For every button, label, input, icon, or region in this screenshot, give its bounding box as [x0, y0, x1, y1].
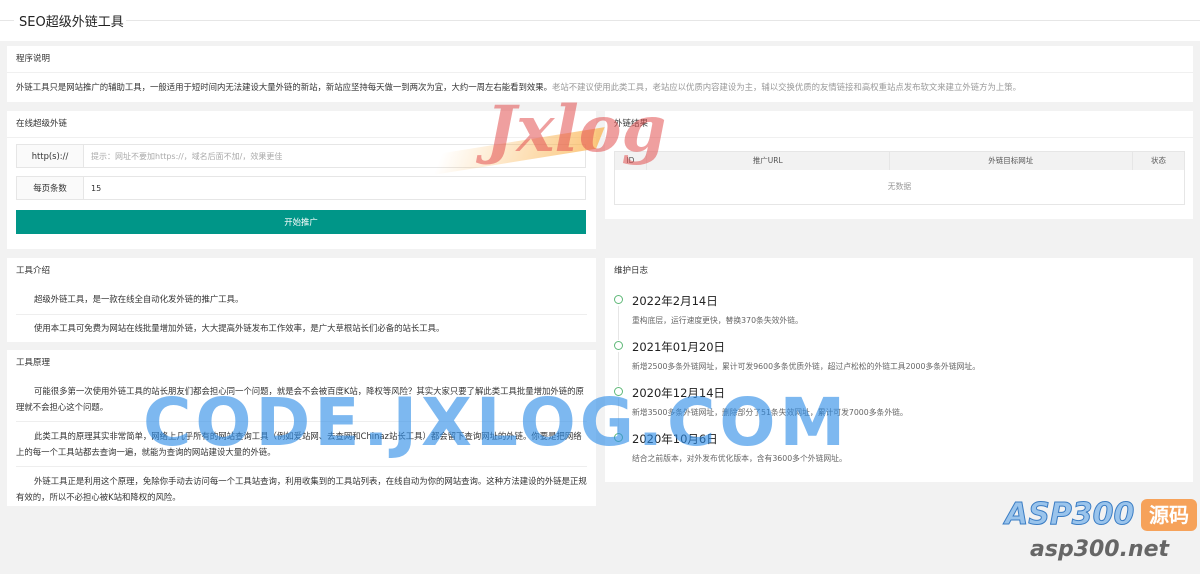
- principle-title: 工具原理: [16, 358, 51, 368]
- results-title: 外链结果: [605, 111, 1193, 138]
- column-header-url[interactable]: 推广URL: [646, 151, 890, 170]
- top-bar: SEO超级外链工具: [0, 0, 1200, 41]
- timeline-line: [618, 352, 619, 386]
- changelog-text: 结合之前版本，对外发布优化版本，含有3600多个外链网址。: [632, 454, 847, 463]
- form-card: 在线超级外链 http(s):// 每页条数 开始推广: [7, 111, 596, 249]
- description-text: 外链工具只是网站推广的辅助工具，一般适用于短时间内无法建设大量外链的新站，新站应…: [16, 81, 1021, 93]
- changelog-text: 新增2500多条外链网址，累计可发9600多条优质外链，超过卢松松的外链工具20…: [632, 362, 981, 371]
- changelog-date: 2022年2月14日: [632, 294, 718, 308]
- url-label: http(s)://: [17, 145, 84, 167]
- timeline-dot-icon: [614, 387, 623, 396]
- asp300-watermark-logo: ASP300: [1004, 497, 1135, 533]
- per-page-label: 每页条数: [17, 177, 84, 199]
- timeline-dot-icon: [614, 433, 623, 442]
- url-row: http(s)://: [16, 144, 586, 168]
- changelog-title: 维护日志: [614, 266, 649, 276]
- empty-text: 无数据: [887, 182, 912, 192]
- intro-paragraph: 使用本工具可免费为网站在线批量增加外链，大大提高外链发布工作效率，是广大草根站长…: [34, 323, 445, 333]
- column-header-id[interactable]: ID: [614, 151, 647, 170]
- changelog-card: 维护日志 2022年2月14日 重构底层，运行速度更快，替换370条失效外链。 …: [605, 258, 1193, 482]
- description-text-main: 外链工具只是网站推广的辅助工具，一般适用于短时间内无法建设大量外链的新站，新站应…: [16, 82, 552, 92]
- changelog-date: 2020年10月6日: [632, 432, 718, 446]
- changelog-text: 新增3500多条外链网址，删除部分了51条失效网址，累计可发7000多条外链。: [632, 408, 908, 417]
- asp300-watermark-tag: 源码: [1141, 499, 1197, 531]
- changelog-date: 2020年12月14日: [632, 386, 726, 400]
- description-title: 程序说明: [7, 46, 1193, 73]
- intro-paragraph: 超级外链工具，是一款在线全自动化发外链的推广工具。: [34, 294, 244, 304]
- title-rule-right: [124, 20, 1200, 21]
- url-input[interactable]: [91, 148, 571, 164]
- per-page-input[interactable]: [91, 180, 571, 196]
- asp300-watermark-url: asp300.net: [1030, 537, 1170, 562]
- column-header-status[interactable]: 状态: [1132, 151, 1185, 170]
- principle-paragraph: 外链工具正是利用这个原理，免除你手动去访问每一个工具站查询，利用收集到的工具站列…: [16, 476, 587, 502]
- principle-paragraph: 此类工具的原理其实非常简单，网络上几乎所有的网站查询工具（例如爱站网、去查网和C…: [16, 431, 582, 457]
- form-title: 在线超级外链: [7, 111, 596, 138]
- start-promotion-button[interactable]: 开始推广: [16, 210, 586, 234]
- results-table: ID 推广URL 外链目标网址 状态 无数据: [614, 151, 1185, 205]
- principle-divider: [16, 466, 587, 467]
- timeline-line: [618, 398, 619, 432]
- column-header-target[interactable]: 外链目标网址: [889, 151, 1134, 170]
- title-rule-left: [0, 20, 14, 21]
- changelog-date: 2021年01月20日: [632, 340, 726, 354]
- timeline-dot-icon: [614, 295, 623, 304]
- principle-divider: [16, 421, 587, 422]
- per-page-row: 每页条数: [16, 176, 586, 200]
- intro-title: 工具介绍: [16, 266, 51, 276]
- description-card: 程序说明 外链工具只是网站推广的辅助工具，一般适用于短时间内无法建设大量外链的新…: [7, 46, 1193, 102]
- results-card: 外链结果 ID 推广URL 外链目标网址 状态 无数据: [605, 111, 1193, 219]
- changelog-text: 重构底层，运行速度更快，替换370条失效外链。: [632, 316, 803, 325]
- intro-divider: [16, 314, 587, 315]
- principle-card: 工具原理 可能很多第一次使用外链工具的站长朋友们都会担心同一个问题，就是会不会被…: [7, 350, 596, 506]
- timeline-dot-icon: [614, 341, 623, 350]
- timeline-line: [618, 306, 619, 340]
- principle-paragraph: 可能很多第一次使用外链工具的站长朋友们都会担心同一个问题，就是会不会被百度K站，…: [16, 386, 584, 412]
- results-header-row: ID 推广URL 外链目标网址 状态: [614, 151, 1185, 170]
- empty-row: 无数据: [615, 170, 1185, 205]
- intro-card: 工具介绍 超级外链工具，是一款在线全自动化发外链的推广工具。 使用本工具可免费为…: [7, 258, 596, 342]
- page-title: SEO超级外链工具: [19, 11, 126, 30]
- description-text-faded: 老站不建议使用此类工具，老站应以优质内容建设为主，辅以交换优质的友情链接和高权重…: [552, 82, 1021, 92]
